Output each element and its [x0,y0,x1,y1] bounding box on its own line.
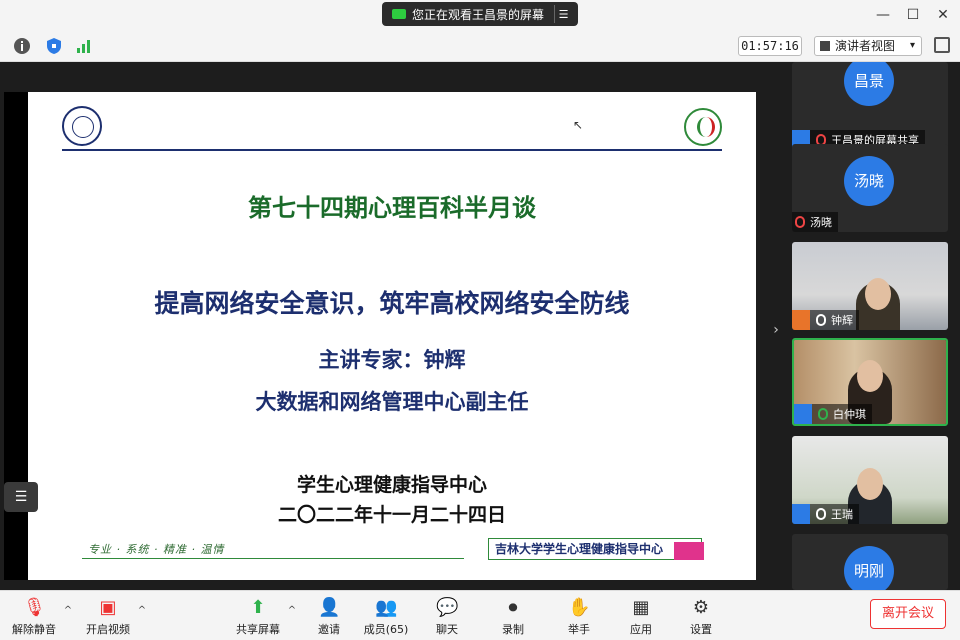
screen-share-icon [392,9,406,19]
participant-name: 钟辉 [831,314,853,327]
title-bar: 您正在观看王昌景的屏幕 ☰ — ☐ ✕ [0,0,960,30]
share-screen-label: 共享屏幕 [236,623,280,636]
gear-icon: ⚙ [692,597,710,618]
share-screen-button[interactable]: ⬆ 共享屏幕 [230,595,286,639]
fullscreen-icon[interactable] [934,37,950,53]
chevron-right-icon[interactable]: › [766,322,786,346]
unmute-button[interactable]: 🎙 解除静音 [6,595,62,639]
slide-footer-banner: 吉林大学学生心理健康指导中心 [488,538,702,560]
shared-screen-area: ↖ 第七十四期心理百科半月谈 提高网络安全意识，筑牢高校网络安全防线 主讲专家：… [0,62,786,590]
settings-button[interactable]: ⚙ 设置 [673,595,729,639]
viewing-label: 您正在观看王昌景的屏幕 [412,7,545,22]
control-bar: 🎙 解除静音 ^ ▣ 开启视频 ^ ⬆ 共享屏幕 ^ 👤 邀请 👥 成员(65)… [0,590,960,640]
apps-label: 应用 [630,623,652,636]
settings-label: 设置 [690,623,712,636]
users-icon: 👥 [375,597,398,618]
chevron-up-icon[interactable]: ^ [286,605,298,617]
person-face [865,278,891,310]
slide-title: 第七十四期心理百科半月谈 [248,194,536,222]
record-label: 录制 [502,623,524,636]
mouse-cursor-icon: ↖ [573,118,584,132]
chat-button[interactable]: 💬 聊天 [419,595,475,639]
slide-speaker-position: 大数据和网络管理中心副主任 [255,390,529,414]
mic-muted-icon [795,216,805,228]
side-panel-toggle-icon[interactable]: ☰ [4,482,38,512]
leave-meeting-button[interactable]: 离开会议 [870,599,946,629]
psychology-center-logo [684,108,722,146]
participant-label: 王瑞 [792,504,859,524]
participant-tile[interactable]: 汤晓 汤晓 [792,144,948,232]
close-button[interactable]: ✕ [934,6,952,24]
chevron-up-icon[interactable]: ^ [62,605,74,617]
video-off-icon: ▣ [99,597,117,618]
maximize-button[interactable]: ☐ [904,6,922,24]
signal-icon[interactable] [74,36,94,56]
mic-icon [816,314,826,326]
apps-grid-icon: ▦ [632,597,650,618]
unmute-label: 解除静音 [12,623,56,636]
slide-subtitle: 提高网络安全意识，筑牢高校网络安全防线 [154,289,630,318]
start-video-button[interactable]: ▣ 开启视频 [80,595,136,639]
presentation-slide: ↖ 第七十四期心理百科半月谈 提高网络安全意识，筑牢高校网络安全防线 主讲专家：… [28,92,756,580]
participant-label: 汤晓 [792,212,838,232]
mic-active-icon [818,408,828,420]
avatar: 汤晓 [844,156,894,206]
invite-button[interactable]: 👤 邀请 [301,595,357,639]
chevron-down-icon: ▾ [909,40,915,51]
info-icon[interactable] [12,36,32,56]
menu-icon[interactable]: ☰ [554,5,572,23]
invite-label: 邀请 [318,623,340,636]
raise-hand-label: 举手 [568,623,590,636]
participant-name: 白仲琪 [833,408,866,421]
mic-icon [816,508,826,520]
meeting-timer: 01:57:16 [738,36,802,56]
participant-name: 汤晓 [810,216,832,229]
apps-button[interactable]: ▦ 应用 [613,595,669,639]
participant-label: 钟辉 [792,310,859,330]
avatar: 明刚 [844,546,894,590]
viewing-indicator[interactable]: 您正在观看王昌景的屏幕 ☰ [382,2,578,26]
view-mode-dropdown[interactable]: 演讲者视图 ▾ [814,36,922,56]
chat-label: 聊天 [436,623,458,636]
slide-speaker: 主讲专家：钟辉 [318,348,466,372]
footer-rule [82,558,464,559]
record-button[interactable]: ⏺ 录制 [485,595,541,639]
shield-icon[interactable] [44,36,64,56]
slide-organizer: 学生心理健康指导中心 [296,474,487,496]
start-video-label: 开启视频 [86,623,130,636]
slide-footer-motto: 专业 · 系统 · 精准 · 温情 [88,543,225,556]
university-seal-logo [62,106,102,146]
avatar: 昌景 [844,62,894,106]
share-screen-icon: ⬆ [250,597,266,618]
participant-video-tile-active[interactable]: 白仲琪 [792,338,948,426]
person-icon [794,404,812,424]
hand-icon: ✋ [568,597,591,618]
person-icon [792,310,810,330]
members-label: 成员(65) [363,623,409,636]
participant-name: 王瑞 [831,508,853,521]
participant-video-tile[interactable]: 钟辉 [792,242,948,330]
mic-muted-icon: 🎙 [23,597,46,618]
participant-tile[interactable]: 明刚 [792,534,948,590]
person-icon [792,504,810,524]
participant-tile[interactable]: 昌景 王昌景的屏幕共享 [792,62,948,150]
record-icon: ⏺ [508,597,518,618]
chevron-up-icon[interactable]: ^ [136,605,148,617]
chat-icon: 💬 [436,597,459,618]
view-mode-label: 演讲者视图 [835,39,896,53]
header-rule [62,149,722,151]
meeting-toolbar: 01:57:16 演讲者视图 ▾ [0,30,960,62]
person-face [857,468,883,500]
raise-hand-button[interactable]: ✋ 举手 [551,595,607,639]
person-face [857,360,883,392]
participant-label: 白仲琪 [794,404,872,424]
minimize-button[interactable]: — [874,6,892,24]
slide-date: 二〇二二年十一月二十四日 [277,504,506,526]
members-button[interactable]: 👥 成员(65) [358,595,414,639]
add-user-icon: 👤 [318,597,341,618]
footer-banner-accent [674,542,704,560]
participant-video-tile[interactable]: 王瑞 [792,436,948,524]
